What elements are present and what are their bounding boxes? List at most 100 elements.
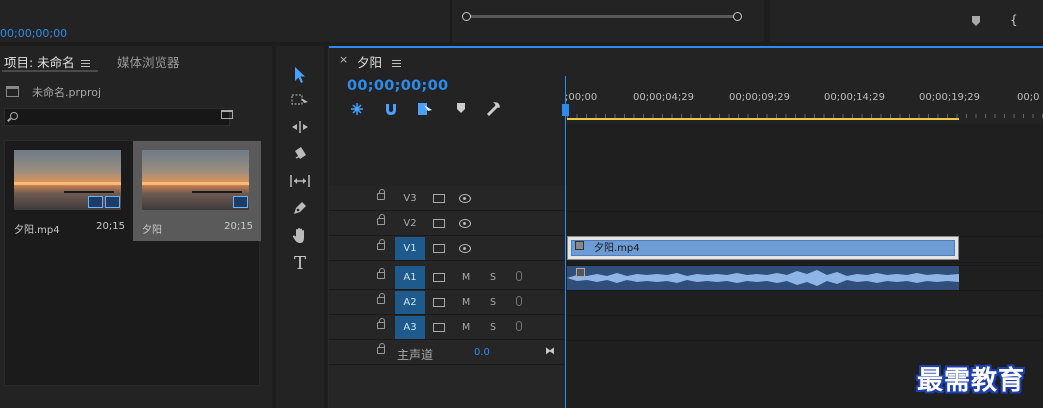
close-icon[interactable]: × (339, 53, 348, 66)
clip-thumbnail (14, 150, 121, 210)
sequence-tab[interactable]: 夕阳 (357, 52, 402, 71)
lock-icon[interactable] (377, 318, 385, 329)
linked-selection-icon[interactable] (417, 102, 433, 118)
lock-icon[interactable] (377, 214, 385, 225)
in-point-knob[interactable] (462, 12, 471, 21)
solo-button[interactable]: S (490, 291, 496, 314)
master-volume-value[interactable]: 0.0 (474, 347, 490, 358)
slip-tool-icon[interactable] (290, 173, 310, 193)
brace-icon[interactable]: { (1010, 13, 1018, 27)
eye-icon[interactable] (459, 244, 471, 253)
tab-media-browser[interactable]: 媒体浏览器 (117, 52, 180, 71)
item-name: 夕阳 (142, 225, 162, 236)
add-marker-icon[interactable] (453, 102, 469, 118)
track-target-v1[interactable]: V1 (395, 237, 425, 260)
playhead-timecode[interactable]: 00;00;00;00 (347, 78, 448, 94)
watermark-logo: 最需教育 (917, 366, 1026, 396)
track-header-a3[interactable]: A3 M S (329, 316, 565, 340)
project-item[interactable]: 夕阳 20;15 (133, 141, 261, 241)
out-point-knob[interactable] (733, 12, 742, 21)
tab-project-label: 项目: 未命名 (4, 55, 75, 70)
playhead-handle[interactable] (562, 104, 569, 116)
track-header-v1[interactable]: V1 (329, 237, 565, 261)
track-target-a2[interactable]: A2 (395, 291, 425, 314)
snap-icon[interactable] (383, 102, 399, 118)
sync-lock-icon[interactable] (433, 273, 445, 282)
hand-tool-icon[interactable] (290, 227, 310, 247)
panel-menu-icon[interactable] (392, 60, 402, 67)
mute-button[interactable]: M (462, 291, 470, 314)
video-badge-icon (88, 196, 103, 208)
track-header-v2[interactable]: V2 (329, 212, 565, 236)
eye-icon[interactable] (459, 194, 471, 203)
track-target-v2[interactable]: V2 (395, 212, 425, 235)
track-target-a3[interactable]: A3 (395, 316, 425, 339)
project-item[interactable]: 夕阳.mp4 20;15 (5, 141, 133, 241)
active-tab-indicator (2, 70, 98, 72)
track-header-spacer (329, 124, 565, 184)
project-panel: 项目: 未命名 媒体浏览器 未命名.prproj 夕阳.mp4 20;15 夕阳… (0, 46, 272, 408)
program-scrubber[interactable] (462, 12, 742, 21)
track-target-a1[interactable]: A1 (395, 266, 425, 289)
lock-icon[interactable] (377, 268, 385, 279)
mic-icon[interactable] (516, 321, 522, 331)
tools-panel: T (276, 46, 324, 408)
eye-icon[interactable] (459, 219, 471, 228)
go-to-end-icon[interactable]: ⧓ (545, 346, 555, 357)
track-target-v3[interactable]: V3 (395, 187, 425, 210)
solo-button[interactable]: S (490, 266, 496, 289)
sync-lock-icon[interactable] (433, 219, 445, 228)
source-timecode[interactable]: 00;00;00;00 (0, 27, 67, 40)
track-select-tool-icon[interactable] (290, 92, 310, 112)
solo-button[interactable]: S (490, 316, 496, 339)
track-header-a1[interactable]: A1 M S (329, 266, 565, 290)
nest-toggle-icon[interactable] (349, 102, 365, 118)
fx-badge-icon (575, 241, 584, 250)
razor-tool-icon[interactable] (290, 146, 310, 166)
ripple-edit-tool-icon[interactable] (290, 119, 310, 139)
effects-panel: { (770, 0, 1043, 42)
project-search-input[interactable] (4, 108, 230, 126)
time-ruler[interactable]: ;00;00 00;00;04;29 00;00;09;29 00;00;14;… (565, 86, 1043, 120)
ruler-label: 00;00;19;29 (919, 92, 981, 103)
lock-icon[interactable] (377, 343, 385, 354)
sequence-tab-label: 夕阳 (357, 55, 383, 70)
mic-icon[interactable] (516, 271, 522, 281)
video-clip[interactable]: 夕阳.mp4 (567, 236, 959, 260)
sync-lock-icon[interactable] (433, 244, 445, 253)
track-header-a2[interactable]: A2 M S (329, 291, 565, 315)
new-bin-icon[interactable] (220, 108, 236, 122)
sync-lock-icon[interactable] (433, 194, 445, 203)
fx-badge-icon (576, 268, 585, 277)
type-tool-icon[interactable]: T (290, 254, 310, 274)
marker-icon[interactable] (972, 16, 980, 26)
lock-icon[interactable] (377, 293, 385, 304)
audio-waveform (567, 270, 959, 286)
master-track-label: 主声道 (397, 348, 434, 362)
pen-tool-icon[interactable] (290, 200, 310, 220)
playhead-line[interactable] (565, 76, 566, 408)
search-icon (10, 112, 18, 120)
timeline-empty-area (565, 124, 1043, 186)
ruler-label: 00;00;09;29 (729, 92, 791, 103)
audio-clip[interactable] (567, 266, 959, 290)
timeline-panel: × 夕阳 00;00;00;00 V3 V2 V1 A1 M S A2 M S … (328, 46, 1043, 408)
lock-icon[interactable] (377, 189, 385, 200)
sync-lock-icon[interactable] (433, 298, 445, 307)
work-area-bar[interactable] (567, 118, 959, 120)
lock-icon[interactable] (377, 239, 385, 250)
sync-lock-icon[interactable] (433, 323, 445, 332)
wrench-icon[interactable] (485, 102, 501, 118)
mute-button[interactable]: M (462, 266, 470, 289)
track-header-v3[interactable]: V3 (329, 187, 565, 211)
active-panel-border (329, 46, 1043, 48)
panel-menu-icon[interactable] (80, 60, 90, 67)
track-header-master[interactable]: 主声道 0.0 ⧓ (329, 341, 565, 365)
selection-tool-icon[interactable] (290, 66, 310, 86)
mic-icon[interactable] (516, 296, 522, 306)
ruler-label: ;00;00 (565, 92, 598, 103)
audio-badge-icon (105, 196, 120, 208)
tab-project[interactable]: 项目: 未命名 (4, 52, 90, 71)
mute-button[interactable]: M (462, 316, 470, 339)
video-clip-label: 夕阳.mp4 (594, 243, 640, 254)
